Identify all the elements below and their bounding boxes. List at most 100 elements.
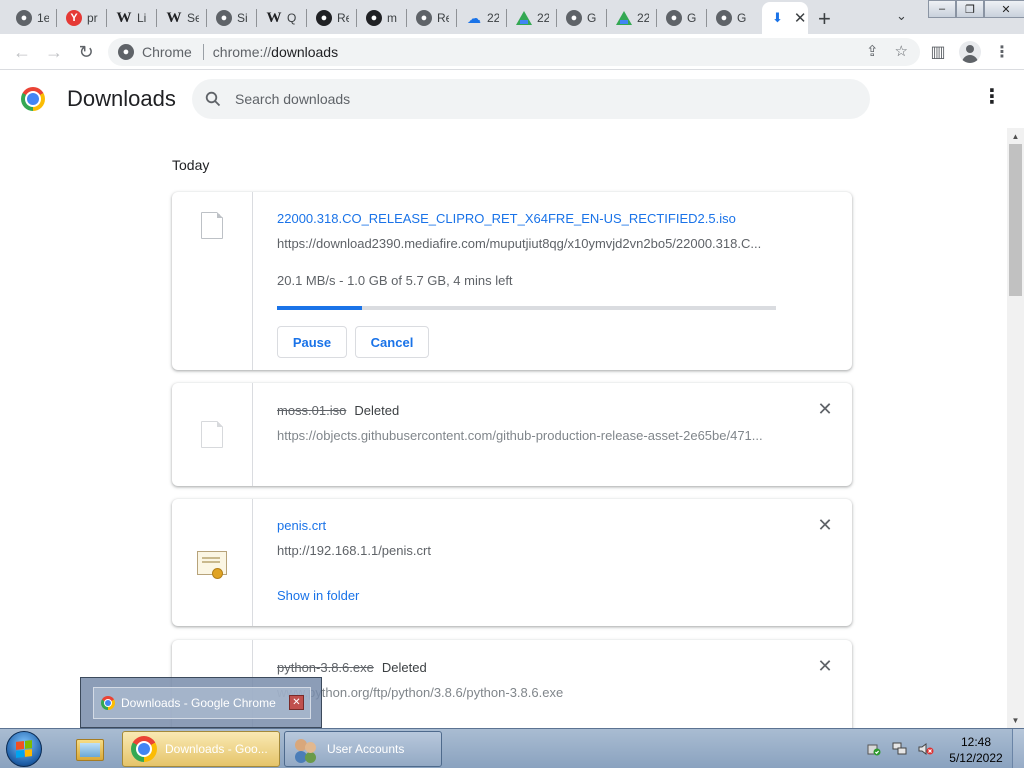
browser-tab[interactable]: ● G	[708, 4, 758, 32]
browser-tab[interactable]: W Li	[108, 4, 158, 32]
tab-separator	[106, 9, 107, 27]
tab-separator	[356, 9, 357, 27]
back-button[interactable]: ←	[10, 40, 34, 64]
new-tab-button[interactable]: +	[818, 6, 831, 32]
explorer-taskbar-button[interactable]	[72, 732, 106, 766]
url-scheme: chrome://	[212, 44, 272, 60]
tab-separator	[706, 9, 707, 27]
browser-tab[interactable]: ● Re	[308, 4, 358, 32]
download-url: https://download2390.mediafire.com/muput…	[277, 236, 762, 251]
volume-muted-icon[interactable]	[918, 741, 934, 757]
site-info-chip[interactable]: ● Chrome	[118, 44, 192, 60]
cancel-button[interactable]: Cancel	[355, 326, 429, 358]
tab-separator	[456, 9, 457, 27]
tab-close-icon[interactable]: ✕	[794, 9, 807, 27]
tab-title: Q	[287, 11, 297, 25]
browser-tab[interactable]: WQ	[258, 4, 308, 32]
address-bar[interactable]: ● Chrome chrome://downloads ⇪ ☆	[108, 38, 920, 66]
browser-tab[interactable]: 22	[608, 4, 658, 32]
search-input[interactable]	[235, 91, 835, 107]
thumbnail-window-entry[interactable]: Downloads - Google Chrome ✕	[93, 687, 311, 719]
tab-separator	[56, 9, 57, 27]
browser-tab[interactable]: ● 1е	[8, 4, 58, 32]
download-filename: python-3.8.6.exe	[277, 660, 374, 675]
chrome-icon	[131, 736, 157, 762]
close-window-button[interactable]: ✕	[984, 0, 1024, 18]
window-controls: – ❐ ✕	[928, 0, 1024, 18]
tab-separator	[406, 9, 407, 27]
url-host: downloads	[271, 44, 339, 60]
remove-download-icon[interactable]: ✕	[817, 515, 833, 535]
start-button[interactable]	[6, 731, 42, 767]
browser-tab[interactable]: ● m	[358, 4, 408, 32]
remove-download-icon[interactable]: ✕	[817, 399, 833, 419]
taskbar-thumbnail-popup[interactable]: Downloads - Google Chrome ✕	[80, 677, 322, 728]
download-status: Deleted	[381, 660, 427, 675]
browser-tab[interactable]: 22	[508, 4, 558, 32]
system-clock[interactable]: 12:48 5/12/2022	[946, 734, 1006, 766]
downloads-menu-icon[interactable]: ⋮	[982, 87, 1002, 107]
browser-toolbar: ← → ↻ ● Chrome chrome://downloads ⇪ ☆ ▥ …	[0, 34, 1024, 70]
download-url: https://objects.githubusercontent.com/gi…	[277, 428, 763, 443]
pause-button[interactable]: Pause	[277, 326, 347, 358]
browser-tab[interactable]: ● G	[658, 4, 708, 32]
thumbnail-close-button[interactable]: ✕	[289, 695, 304, 710]
chrome-menu-icon[interactable]: ⋮	[990, 40, 1014, 64]
scroll-up-arrow[interactable]: ▲	[1007, 128, 1024, 144]
show-desktop-button[interactable]	[1012, 729, 1024, 768]
show-in-folder-link[interactable]: Show in folder	[277, 588, 359, 603]
globe-icon: ●	[716, 10, 732, 26]
page-scrollbar[interactable]: ▲ ▼	[1007, 128, 1024, 728]
browser-tab[interactable]: ☁ 22	[458, 4, 508, 32]
github-icon: ●	[316, 10, 332, 26]
chrome-taskbar-button[interactable]: Downloads - Goo...	[122, 731, 280, 767]
tab-title: 22	[487, 11, 499, 25]
minimize-button[interactable]: –	[928, 0, 956, 18]
bookmark-star-icon[interactable]: ☆	[895, 42, 908, 60]
page-title: Downloads	[67, 86, 176, 111]
browser-tab[interactable]: Ypr	[58, 4, 108, 32]
network-icon[interactable]	[892, 741, 908, 757]
tab-title: 1е	[37, 11, 49, 25]
avatar	[959, 41, 981, 63]
search-box[interactable]	[192, 79, 870, 119]
globe-icon: ●	[416, 10, 432, 26]
cloud-icon: ☁	[467, 9, 481, 26]
profile-button[interactable]	[958, 40, 982, 64]
browser-tab[interactable]: ● Re	[408, 4, 458, 32]
tab-title: Si	[237, 11, 248, 25]
active-downloads-tab[interactable]: ⬇ ✕	[762, 2, 808, 34]
tab-separator	[156, 9, 157, 27]
scroll-down-arrow[interactable]: ▼	[1007, 712, 1024, 728]
user-accounts-taskbar-button[interactable]: User Accounts	[284, 731, 442, 767]
download-filename-link[interactable]: 22000.318.CO_RELEASE_CLIPRO_RET_X64FRE_E…	[277, 211, 736, 226]
github-icon: ●	[366, 10, 382, 26]
browser-tab[interactable]: ● G	[558, 4, 608, 32]
date-heading: Today	[172, 157, 210, 173]
search-icon	[204, 90, 222, 108]
tab-separator	[506, 9, 507, 27]
share-icon[interactable]: ⇪	[866, 42, 879, 60]
restore-button[interactable]: ❐	[956, 0, 984, 18]
browser-tab[interactable]: W Se	[158, 4, 208, 32]
action-center-icon[interactable]	[866, 741, 882, 757]
tab-separator	[256, 9, 257, 27]
download-url: http://192.168.1.1/penis.crt	[277, 543, 431, 558]
globe-icon: ●	[16, 10, 32, 26]
reload-button[interactable]: ↻	[74, 40, 98, 64]
browser-tab[interactable]: ● Si	[208, 4, 258, 32]
download-filename-link[interactable]: penis.crt	[277, 518, 326, 533]
wikipedia-icon: W	[266, 9, 282, 26]
side-panel-icon[interactable]: ▥	[926, 40, 950, 64]
tab-title: Li	[137, 11, 147, 25]
tab-title: G	[587, 11, 597, 25]
remove-download-icon[interactable]: ✕	[817, 656, 833, 676]
tab-title: pr	[87, 11, 98, 25]
scroll-thumb[interactable]	[1009, 144, 1022, 296]
globe-icon: ●	[666, 10, 682, 26]
forward-button[interactable]: →	[42, 40, 66, 64]
download-item: moss.01.iso Deleted https://objects.githu…	[172, 383, 852, 486]
tab-search-chevron-icon[interactable]: ⌄	[896, 8, 907, 24]
chrome-logo-icon	[21, 87, 45, 111]
tab-title: Se	[187, 11, 199, 25]
